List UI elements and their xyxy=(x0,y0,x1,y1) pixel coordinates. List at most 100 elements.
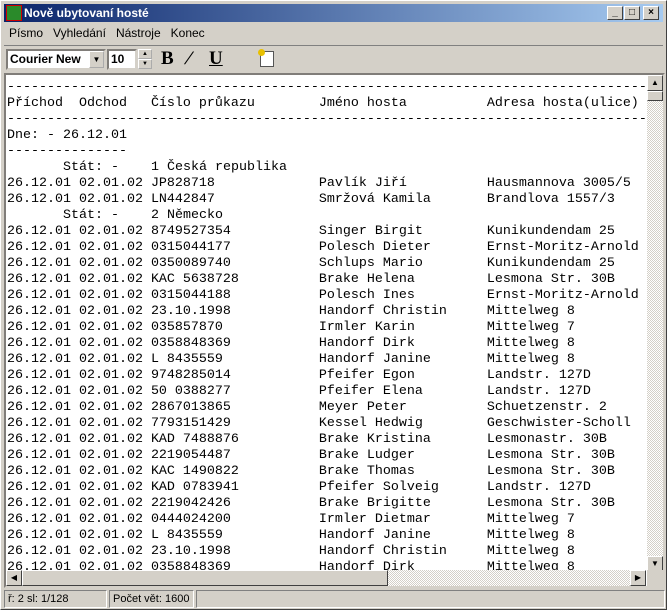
minimize-button[interactable]: _ xyxy=(607,6,623,20)
table-row-cell: Pavlík Jiří xyxy=(318,176,407,191)
table-row: 26.12.01 02.01.02 2867013865 Meyer Peter Sch… xyxy=(7,400,646,416)
table-row-cell: Schlups Mario xyxy=(318,256,423,271)
table-row-cell: 02.01.02 xyxy=(78,496,143,511)
table-row-cell: 02.01.02 xyxy=(78,224,143,239)
spin-up-icon[interactable]: ▲ xyxy=(138,49,152,59)
status-bar: ř: 2 sl: 1/128 Počet vět: 1600 xyxy=(4,590,665,608)
table-row-cell: Irmler Karin xyxy=(318,320,415,335)
vertical-scroll-thumb[interactable] xyxy=(647,91,663,101)
table-row-cell: Polesch Dieter xyxy=(318,240,431,255)
table-row-cell: Brake Thomas xyxy=(318,464,415,479)
table-row-cell: 7793151429 xyxy=(150,416,231,431)
table-row-cell: 02.01.02 xyxy=(78,368,143,383)
table-row-cell: 26.12.01 xyxy=(7,240,71,255)
day-separator: --------------- xyxy=(7,144,127,159)
table-row-cell: Smržová Kamila xyxy=(318,192,431,207)
table-row-cell: Brake Helena xyxy=(318,272,415,287)
table-row-cell: Lesmona Str. 30B xyxy=(486,448,615,463)
spin-down-icon[interactable]: ▼ xyxy=(138,59,152,69)
table-row-cell: 035857870 xyxy=(150,320,223,335)
table-row: 26.12.01 02.01.02 KAD 0783941 Pfeifer Solve… xyxy=(7,480,646,496)
table-row: 26.12.01 02.01.02 50 0388277 Pfeifer Elena L… xyxy=(7,384,646,400)
table-row-cell: Singer Birgit xyxy=(318,224,423,239)
table-row: 26.12.01 02.01.02 L 8435559 Handorf Janine M… xyxy=(7,352,646,368)
print-preview-icon[interactable] xyxy=(258,49,274,67)
table-row-cell: 26.12.01 xyxy=(7,400,71,415)
table-row: 26.12.01 02.01.02 0315044177 Polesch Dieter… xyxy=(7,240,646,256)
state-heading: Stát: - 2 Německo xyxy=(7,208,223,223)
table-row: 26.12.01 02.01.02 23.10.1998 Handorf Christ… xyxy=(7,304,646,320)
table-row-cell: 02.01.02 xyxy=(78,320,143,335)
horizontal-scrollbar[interactable]: ◀ ▶ xyxy=(6,570,646,586)
italic-button[interactable]: / xyxy=(182,48,195,70)
menu-konec[interactable]: Konec xyxy=(166,24,210,42)
close-button[interactable]: × xyxy=(643,6,659,20)
toolbar: Courier New ▼ 10 ▲ ▼ B / U xyxy=(4,45,663,71)
table-row-cell: Lesmona Str. 30B xyxy=(486,272,615,287)
table-row-cell: Ernst-Moritz-Arnold xyxy=(486,240,639,255)
table-row-cell: L 8435559 xyxy=(150,352,223,367)
menu-vyhledani[interactable]: Vyhledání xyxy=(48,24,111,42)
table-row: 26.12.01 02.01.02 2219054487 Brake Ludger Le… xyxy=(7,448,646,464)
table-row-cell: 0358848369 xyxy=(150,336,231,351)
table-row-cell: 2219054487 xyxy=(150,448,231,463)
table-row-cell: 0350089740 xyxy=(150,256,231,271)
table-row-cell: Handorf Christin xyxy=(318,304,447,319)
font-size-stepper[interactable]: ▲ ▼ xyxy=(138,49,152,70)
chevron-down-icon[interactable]: ▼ xyxy=(89,51,104,68)
horizontal-scroll-thumb[interactable] xyxy=(22,570,388,586)
scroll-left-icon[interactable]: ◀ xyxy=(6,570,22,586)
bold-button[interactable]: B xyxy=(161,48,174,70)
table-row-cell: Landstr. 127D xyxy=(486,384,591,399)
table-row-cell: Irmler Dietmar xyxy=(318,512,431,527)
table-row-cell: Kunikundendam 25 xyxy=(486,256,615,271)
table-row-cell: Mittelweg 7 xyxy=(486,512,575,527)
table-row-cell: 02.01.02 xyxy=(78,256,143,271)
table-row: 26.12.01 02.01.02 JP828718 Pavlík Jiří Hausm… xyxy=(7,176,646,192)
status-position: ř: 2 sl: 1/128 xyxy=(4,590,107,608)
scroll-up-icon[interactable]: ▲ xyxy=(647,75,663,91)
table-row-cell: Polesch Ines xyxy=(318,288,415,303)
table-row-cell: Mittelweg 8 xyxy=(486,544,575,559)
table-row-cell: 26.12.01 xyxy=(7,544,71,559)
table-row-cell: KAC 1490822 xyxy=(150,464,239,479)
table-row-cell: 02.01.02 xyxy=(78,448,143,463)
font-size-input[interactable]: 10 xyxy=(107,49,137,70)
table-row-cell: 02.01.02 xyxy=(78,304,143,319)
table-row-cell: Schuetzenstr. 2 xyxy=(486,400,607,415)
table-row-cell: 26.12.01 xyxy=(7,288,71,303)
table-row-cell: 26.12.01 xyxy=(7,272,71,287)
state-heading: Stát: - 1 Česká republika xyxy=(7,160,287,175)
table-row-cell: Lesmona Str. 30B xyxy=(486,496,615,511)
table-row-cell: Meyer Peter xyxy=(318,400,407,415)
table-row-cell: Handorf Dirk xyxy=(318,336,415,351)
font-select[interactable]: Courier New ▼ xyxy=(6,49,106,70)
table-row-cell: Handorf Christin xyxy=(318,544,447,559)
table-row-cell: 02.01.02 xyxy=(78,176,143,191)
title-bar: Nově ubytovaní hosté _ □ × xyxy=(4,4,663,22)
report-view[interactable]: ----------------------------------------… xyxy=(4,73,665,588)
maximize-button[interactable]: □ xyxy=(624,6,640,20)
table-row-cell: 26.12.01 xyxy=(7,176,71,191)
menu-pismo[interactable]: Písmo xyxy=(4,24,48,42)
table-row-cell: 02.01.02 xyxy=(78,240,143,255)
table-row-cell: 26.12.01 xyxy=(7,496,71,511)
table-row-cell: 26.12.01 xyxy=(7,352,71,367)
menu-nastroje[interactable]: Nástroje xyxy=(111,24,166,42)
table-row-cell: Mittelweg 8 xyxy=(486,304,575,319)
table-row: 26.12.01 02.01.02 9748285014 Pfeifer Egon La… xyxy=(7,368,646,384)
table-row: 26.12.01 02.01.02 0444024200 Irmler Dietmar… xyxy=(7,512,646,528)
column-header-cell: Odchod xyxy=(78,96,127,111)
vertical-scrollbar[interactable]: ▲ ▼ xyxy=(647,75,663,572)
underline-button[interactable]: U xyxy=(209,48,223,70)
table-row: 26.12.01 02.01.02 8749527354 Singer Birgit K… xyxy=(7,224,646,240)
scroll-right-icon[interactable]: ▶ xyxy=(630,570,646,586)
table-row-cell: Lesmona Str. 30B xyxy=(486,464,615,479)
table-row: 26.12.01 02.01.02 KAC 5638728 Brake Helena L… xyxy=(7,272,646,288)
status-extra xyxy=(196,590,665,608)
table-row-cell: 26.12.01 xyxy=(7,448,71,463)
table-row-cell: 02.01.02 xyxy=(78,336,143,351)
table-row-cell: L 8435559 xyxy=(150,528,223,543)
table-row-cell: 26.12.01 xyxy=(7,432,71,447)
table-row-cell: Mittelweg 8 xyxy=(486,528,575,543)
